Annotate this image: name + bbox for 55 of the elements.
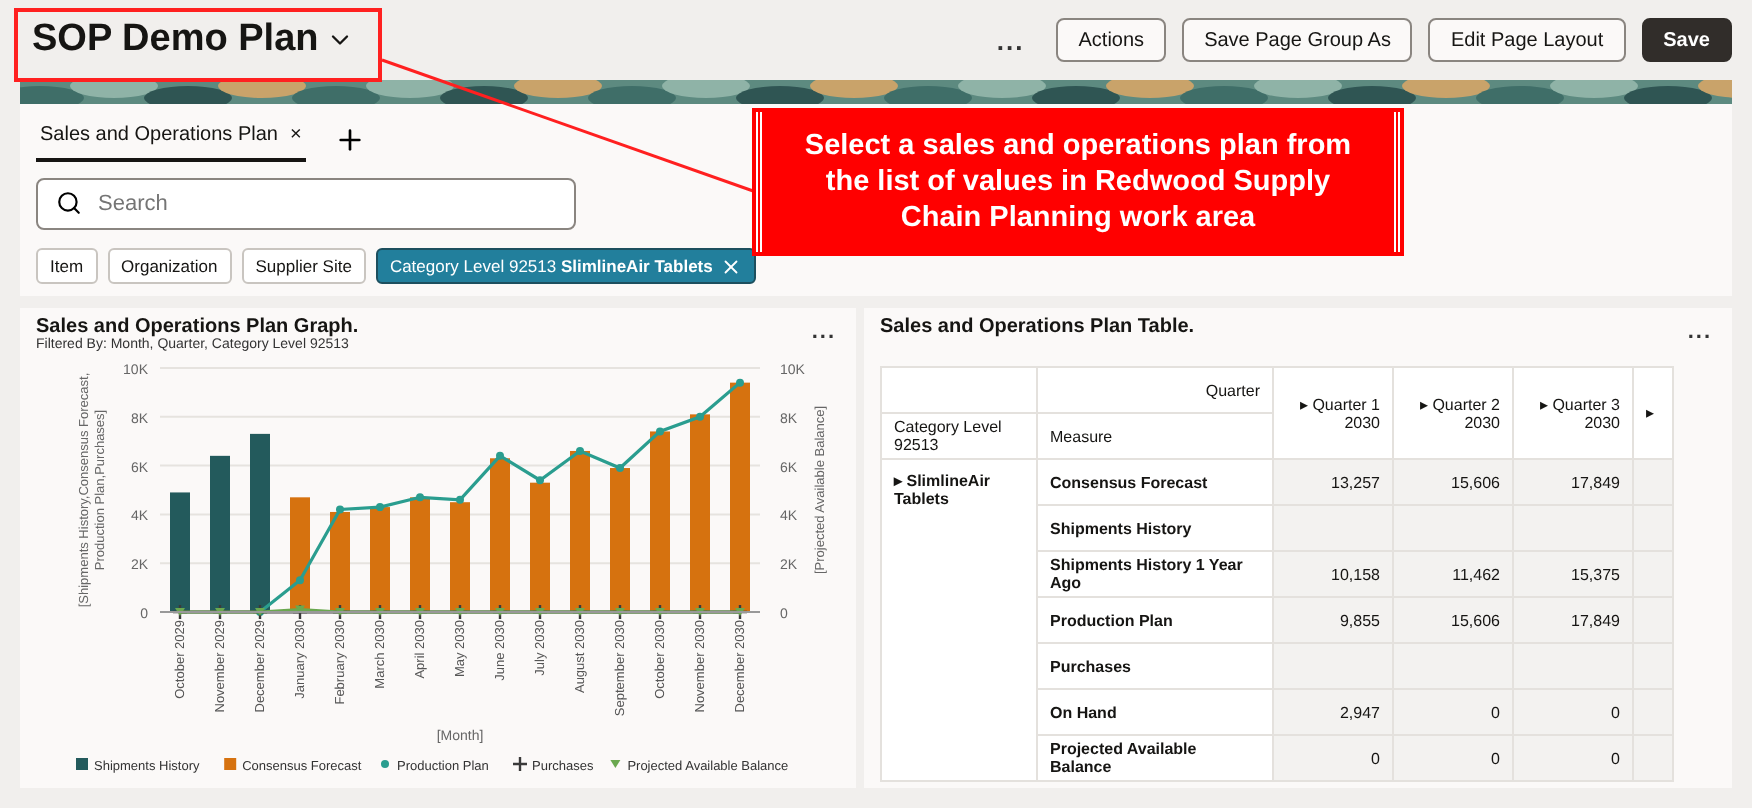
table-cell: 13,257 [1273,459,1393,505]
header-button[interactable]: Edit Page Layout [1428,18,1626,62]
table-cell: 15,606 [1393,597,1513,643]
table-cell: 17,849 [1513,597,1633,643]
filter-chip[interactable]: Supplier Site [241,248,366,284]
point [696,412,704,421]
table-cell: 15,375 [1513,551,1633,597]
table-cell: 2,947 [1273,689,1393,735]
header-button[interactable]: Save Page Group As [1182,18,1413,62]
table-cell: 10,158 [1273,551,1393,597]
table-cell: On Hand [1037,689,1273,735]
table-cell: 0 [1393,689,1513,735]
point [496,451,504,460]
header-button[interactable]: Actions [1056,18,1167,62]
table-cell: 15,606 [1393,459,1513,505]
more-menu[interactable]: ... [1687,320,1712,344]
point [416,493,424,502]
point [536,476,544,485]
point [376,503,384,512]
point [616,464,624,473]
close-icon[interactable]: × [289,124,302,146]
point [296,576,304,585]
callout: Select a sales and operations plan from the list of values in Redwood Supply Chain Planning work area [756,112,1400,252]
filter-chip[interactable]: Organization [107,248,232,284]
table-cell: Consensus Forecast [1037,459,1273,505]
point [656,427,664,436]
table-cell: 0 [1273,735,1393,781]
row-header: Category Level 92513 [881,413,1037,459]
table-cell: 11,462 [1393,551,1513,597]
more-menu[interactable]: ... [980,25,1041,55]
point [576,446,584,455]
tab[interactable]: Sales and Operations Plan × [36,116,306,162]
table-header: Quarter [1037,367,1273,413]
table-cell: Projected Available Balance [1037,735,1273,781]
page-title[interactable]: SOP Demo Plan [32,18,965,62]
table-cell: 0 [1393,735,1513,781]
point [456,495,464,504]
point [736,378,744,387]
filter-chip[interactable]: Category Level 92513 SlimlineAir Tablets [375,248,757,284]
table-cell: Shipments History 1 Year Ago [1037,551,1273,597]
table-cell: Shipments History [1037,505,1273,551]
table-cell: 9,855 [1273,597,1393,643]
filter-chip[interactable]: Item [36,248,98,284]
card-title: Sales and Operations Plan Graph. [36,316,359,338]
more-menu[interactable]: ... [811,320,836,344]
header-button[interactable]: Save [1641,18,1732,62]
table-cell: 0 [1513,689,1633,735]
table-cell: Production Plan [1037,597,1273,643]
table-cell: 0 [1513,735,1633,781]
point [336,505,344,514]
table-cell: 17,849 [1513,459,1633,505]
card-title: Sales and Operations Plan Table. [880,316,1195,338]
search-field[interactable]: Search [36,178,576,230]
tree-item[interactable]: ▸ SlimlineAir Tablets [881,459,1037,781]
table-cell: Purchases [1037,643,1273,689]
